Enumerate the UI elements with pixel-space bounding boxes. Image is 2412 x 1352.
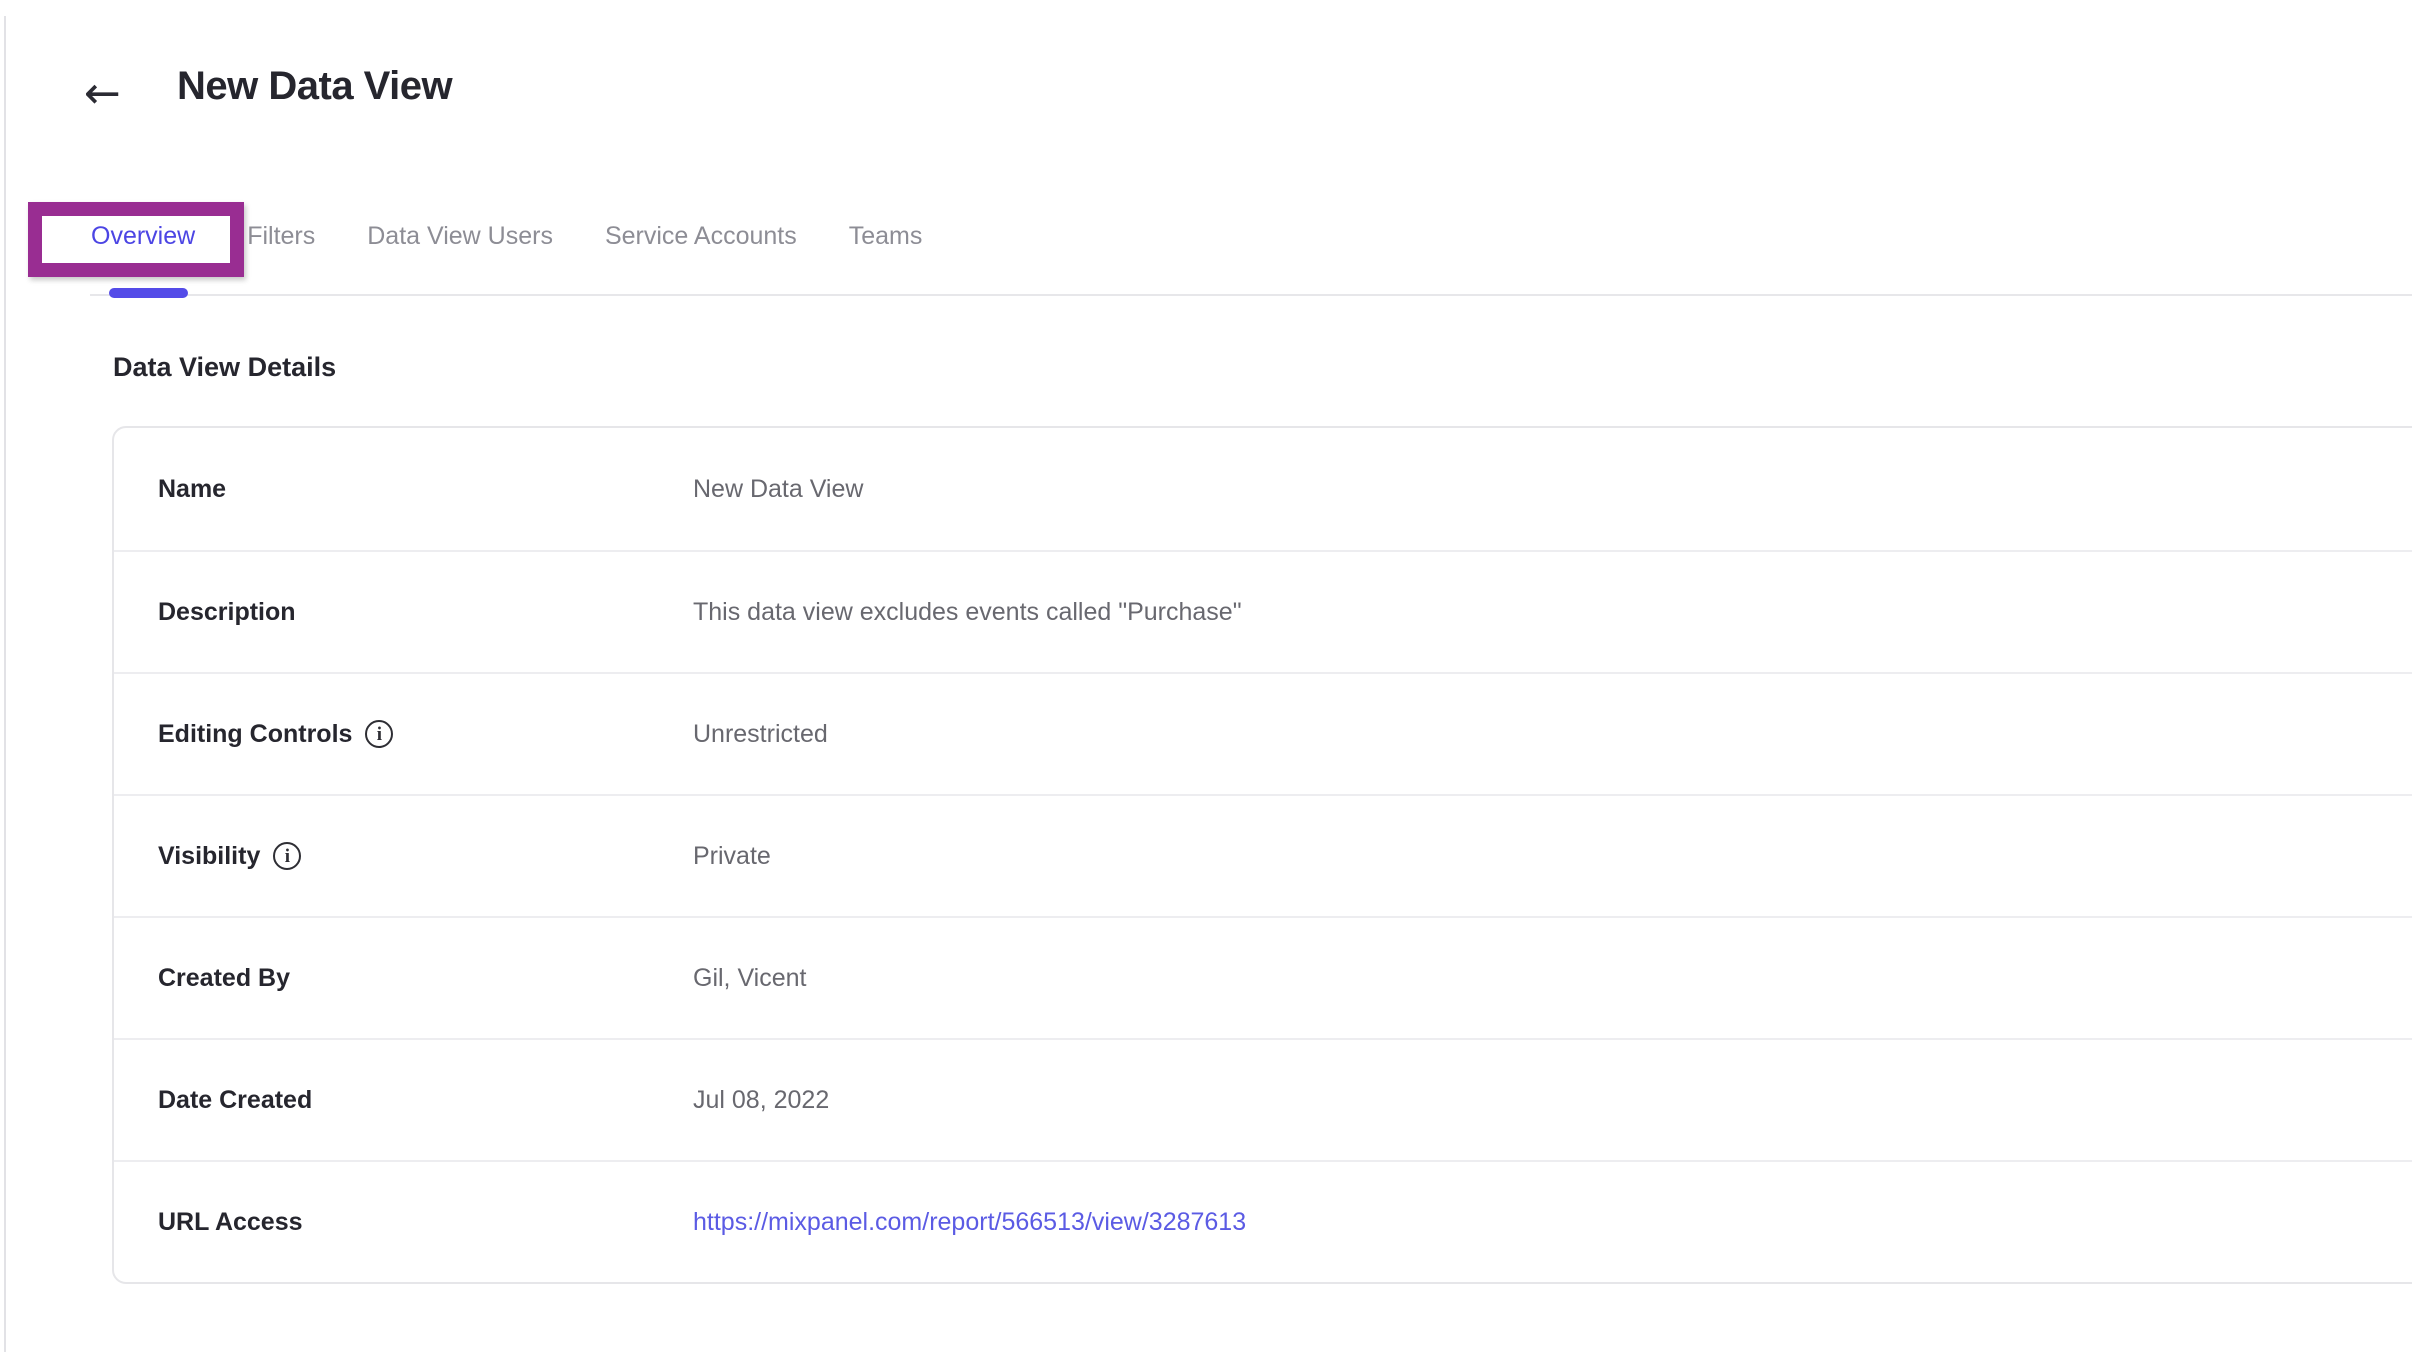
detail-row-url-access: URL Access https://mixpanel.com/report/5… bbox=[114, 1160, 2412, 1282]
tab-service-accounts[interactable]: Service Accounts bbox=[605, 222, 797, 251]
details-card: Name New Data View Description This data… bbox=[112, 426, 2412, 1284]
editing-controls-label: Editing Controls bbox=[158, 720, 352, 749]
tabs-divider bbox=[90, 294, 2412, 296]
tab-data-view-users[interactable]: Data View Users bbox=[367, 222, 553, 251]
name-value: New Data View bbox=[693, 475, 863, 504]
created-by-label: Created By bbox=[158, 964, 290, 993]
tab-bar: Overview Filters Data View Users Service… bbox=[91, 222, 922, 251]
description-label: Description bbox=[158, 598, 296, 627]
date-created-label: Date Created bbox=[158, 1086, 312, 1115]
visibility-label: Visibility bbox=[158, 842, 260, 871]
tab-overview[interactable]: Overview bbox=[91, 222, 195, 251]
detail-row-name: Name New Data View bbox=[114, 428, 2412, 550]
name-label: Name bbox=[158, 475, 226, 504]
date-created-value: Jul 08, 2022 bbox=[693, 1086, 829, 1115]
section-title: Data View Details bbox=[113, 352, 336, 383]
editing-controls-value: Unrestricted bbox=[693, 720, 828, 749]
detail-row-description: Description This data view excludes even… bbox=[114, 550, 2412, 672]
url-access-label: URL Access bbox=[158, 1208, 303, 1237]
created-by-value: Gil, Vicent bbox=[693, 964, 806, 993]
detail-row-editing-controls: Editing Controls i Unrestricted bbox=[114, 672, 2412, 794]
detail-row-created-by: Created By Gil, Vicent bbox=[114, 916, 2412, 1038]
url-access-link[interactable]: https://mixpanel.com/report/566513/view/… bbox=[693, 1208, 1246, 1237]
tab-teams[interactable]: Teams bbox=[849, 222, 923, 251]
sidebar-edge-divider bbox=[4, 16, 6, 1352]
tab-filters[interactable]: Filters bbox=[247, 222, 315, 251]
info-icon[interactable]: i bbox=[273, 842, 301, 870]
detail-row-date-created: Date Created Jul 08, 2022 bbox=[114, 1038, 2412, 1160]
detail-row-visibility: Visibility i Private bbox=[114, 794, 2412, 916]
active-tab-indicator bbox=[109, 288, 188, 298]
visibility-value: Private bbox=[693, 842, 771, 871]
description-value: This data view excludes events called "P… bbox=[693, 598, 1242, 627]
back-button[interactable]: ← bbox=[84, 72, 121, 116]
page-title: New Data View bbox=[177, 64, 452, 109]
info-icon[interactable]: i bbox=[365, 720, 393, 748]
